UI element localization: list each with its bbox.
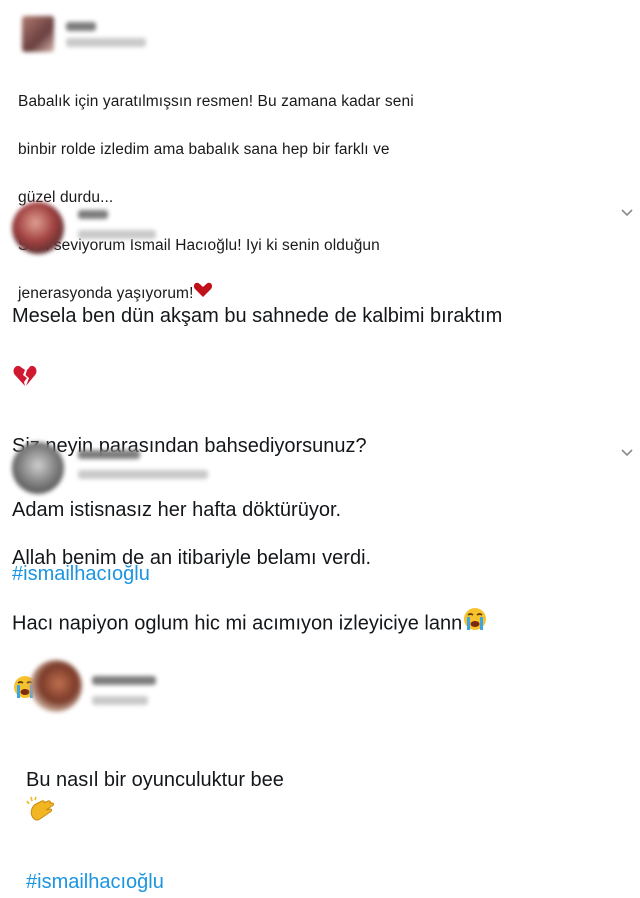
tweet-text: Bu nasıl bir oyunculuktur bee #ismailhac…: [26, 732, 626, 898]
author-handle: [78, 230, 156, 239]
author-handle: [78, 470, 208, 479]
tweet-line: Hacı napiyon oglum hic mi acımıyon izley…: [12, 612, 463, 635]
avatar[interactable]: [22, 16, 54, 52]
author-handle: [66, 38, 146, 47]
tweet-4: Bu nasıl bir oyunculuktur bee #ismailhac…: [0, 650, 640, 893]
tweet-1: Babalık için yaratılmışsın resmen! Bu za…: [0, 0, 640, 302]
author-name[interactable]: [78, 210, 108, 219]
chevron-down-icon[interactable]: [620, 208, 634, 218]
tweet-line: binbir rolde izledim ama babalık sana he…: [18, 141, 390, 158]
avatar[interactable]: [12, 442, 64, 494]
broken-heart-icon: [12, 364, 38, 398]
tweet-2: Mesela ben dün akşam bu sahnede de kalbi…: [0, 196, 640, 585]
crying-face-icon: [462, 606, 488, 642]
clapping-hands-icon: [26, 796, 56, 834]
author-handle: [92, 696, 148, 705]
tweet-line: Mesela ben dün akşam bu sahnede de kalbi…: [12, 305, 503, 327]
avatar[interactable]: [12, 202, 64, 254]
author-name[interactable]: [78, 450, 140, 459]
tweet-line: Allah benim de an itibariyle belamı verd…: [12, 547, 372, 569]
hashtag-link[interactable]: #ismailhacıoğlu: [26, 871, 164, 893]
tweet-3: Allah benim de an itibariyle belamı verd…: [0, 436, 640, 698]
author-name[interactable]: [66, 22, 96, 31]
tweet-line: Bu nasıl bir oyunculuktur bee: [26, 769, 284, 791]
author-name[interactable]: [92, 676, 156, 685]
chevron-down-icon[interactable]: [620, 448, 634, 458]
tweet-line: Babalık için yaratılmışsın resmen! Bu za…: [18, 93, 414, 110]
avatar[interactable]: [30, 660, 82, 712]
